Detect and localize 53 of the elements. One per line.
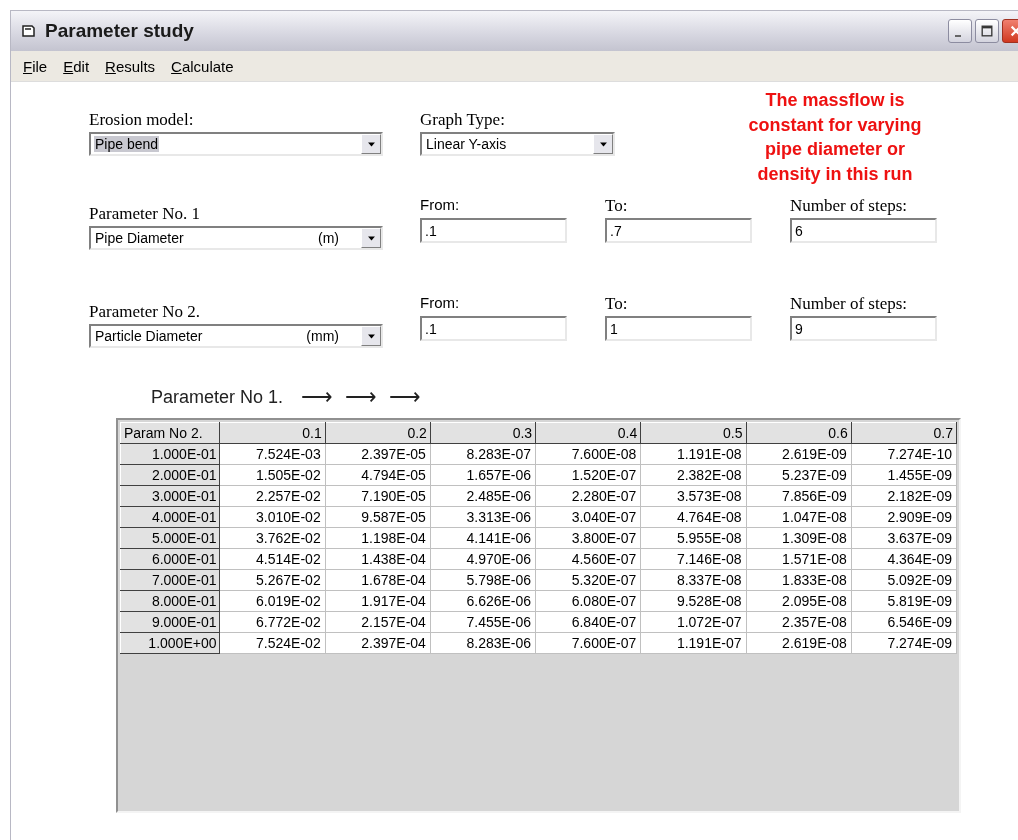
field-label: Erosion model:	[89, 110, 195, 131]
dropdown[interactable]: Pipe Diameter (m)	[89, 226, 383, 250]
field-label: From:	[420, 196, 461, 215]
menu-item[interactable]: Calculate	[163, 57, 242, 75]
input-field[interactable]: .1	[420, 316, 567, 341]
field-label: Number of steps:	[790, 196, 909, 217]
row-header: 8.000E-01	[120, 590, 220, 612]
row-header: 9.000E-01	[120, 611, 220, 633]
arrow-glyph: ⟶	[345, 386, 378, 408]
minimize-icon	[955, 35, 961, 37]
field-label: To:	[605, 294, 629, 315]
row-header: 1.000E-01	[120, 443, 220, 465]
field-label: From:	[420, 294, 461, 313]
row-header: 5.000E-01	[120, 527, 220, 549]
column-header: 0.4	[535, 422, 641, 444]
axis-caption: Parameter No 1.	[151, 386, 284, 408]
row-header: 3.000E-01	[120, 485, 220, 507]
menu-item[interactable]: File	[15, 57, 56, 75]
input-field[interactable]: .7	[605, 218, 752, 243]
minimize-button[interactable]	[948, 19, 972, 43]
info-note: The massflow is constant for varying pipe diameter or density in this run	[747, 89, 923, 186]
row-header: 6.000E-01	[120, 548, 220, 570]
row-header: 1.000E+00	[120, 632, 220, 654]
input-field[interactable]: .1	[420, 218, 567, 243]
menu-item[interactable]: Edit	[55, 57, 98, 75]
window-title: Parameter study	[45, 20, 194, 42]
arrow-glyph: ⟶	[301, 386, 334, 408]
input-field[interactable]: 1	[605, 316, 752, 341]
row-header: 4.000E-01	[120, 506, 220, 528]
maximize-icon	[980, 24, 994, 38]
dropdown[interactable]: Pipe bend	[89, 132, 383, 156]
arrow-glyph: ⟶	[389, 386, 422, 408]
field-label: Number of steps:	[790, 294, 909, 315]
dropdown[interactable]: Linear Y-axis	[420, 132, 615, 156]
column-header: 0.6	[746, 422, 852, 444]
input-field[interactable]: 9	[790, 316, 937, 341]
field-label: Parameter No. 1	[89, 204, 201, 225]
maximize-button[interactable]	[975, 19, 999, 43]
row-header: 2.000E-01	[120, 464, 220, 486]
row-header: 7.000E-01	[120, 569, 220, 591]
input-field[interactable]: 6	[790, 218, 937, 243]
field-label: Graph Type:	[420, 110, 506, 131]
field-label: Parameter No 2.	[89, 302, 201, 323]
window-icon	[21, 23, 37, 39]
column-header: 0.2	[325, 422, 431, 444]
field-label: To:	[605, 196, 629, 217]
menu-item[interactable]: Results	[97, 57, 164, 75]
column-header: 0.7	[851, 422, 957, 444]
column-header: 0.3	[430, 422, 536, 444]
column-header: 0.5	[640, 422, 746, 444]
column-header: Param No 2.	[120, 422, 220, 444]
column-header: 0.1	[220, 422, 326, 444]
dropdown[interactable]: Particle Diameter (mm)	[89, 324, 383, 348]
